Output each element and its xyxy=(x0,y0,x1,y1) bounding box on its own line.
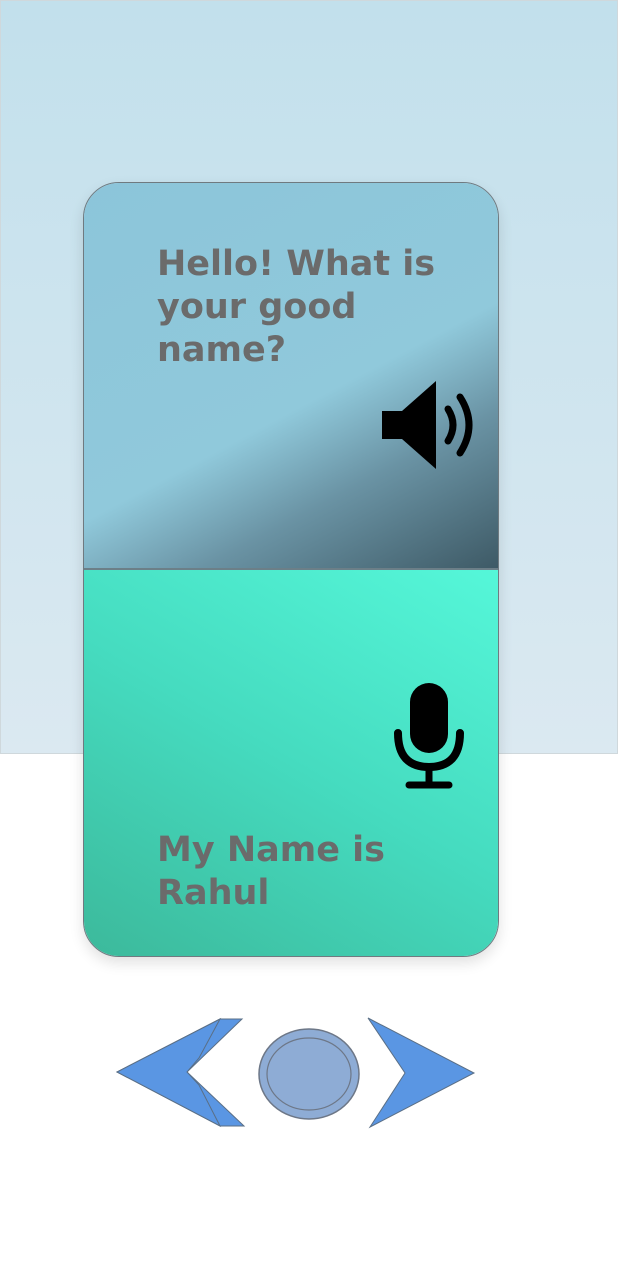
forward-arrow-icon[interactable] xyxy=(367,1017,476,1129)
back-arrow-icon[interactable] xyxy=(115,1017,246,1128)
navigation-controls xyxy=(115,1017,476,1129)
home-button-icon[interactable] xyxy=(258,1028,360,1120)
